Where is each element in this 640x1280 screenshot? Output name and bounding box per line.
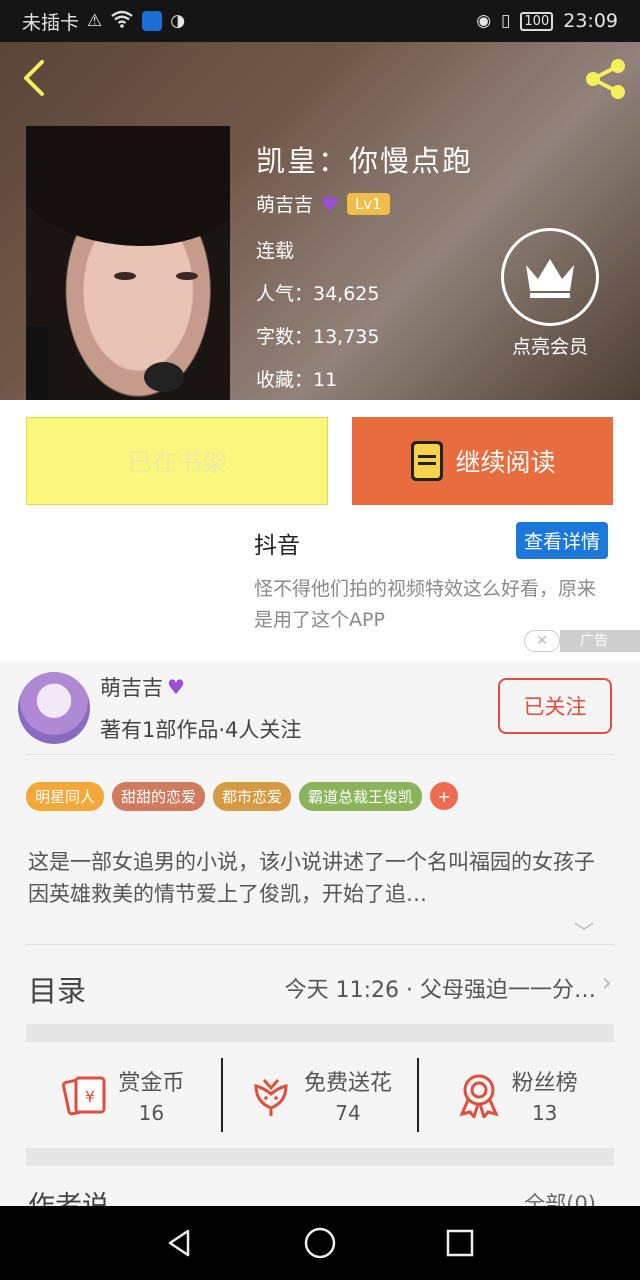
tag-list: 明星同人 甜甜的恋爱 都市恋爱 霸道总裁王俊凯 +	[26, 782, 459, 811]
medal-icon	[459, 1074, 499, 1118]
crown-icon	[501, 228, 599, 326]
following-button[interactable]: 已关注	[498, 678, 612, 734]
eye-icon: ◉	[476, 11, 492, 31]
back-button[interactable]	[16, 58, 56, 98]
square-recents-icon	[446, 1229, 474, 1257]
ad-details-button[interactable]: 查看详情	[515, 522, 608, 559]
stat-value: 16	[138, 1101, 165, 1125]
sync-icon: ◑	[170, 11, 186, 31]
table-of-contents-row[interactable]: 目录 今天 11:26 · 父母强迫一一分… ›	[0, 962, 640, 1016]
more-tags-button[interactable]: +	[430, 782, 459, 810]
continue-reading-label: 继续阅读	[455, 448, 556, 477]
book-header: 凯皇：你慢点跑 萌吉吉 ♥ Lv1 连载 人气：34,625 字数：13,735…	[0, 42, 640, 400]
serial-status: 连载	[256, 240, 295, 262]
battery-indicator: 100	[520, 11, 554, 31]
author-name-row[interactable]: 萌吉吉 ♥	[100, 672, 185, 702]
clock: 23:09	[563, 10, 618, 32]
system-nav-bar	[0, 1206, 640, 1280]
toc-title: 目录	[28, 974, 87, 1008]
nav-back-button[interactable]	[160, 1223, 200, 1263]
book-title: 凯皇：你慢点跑	[256, 144, 474, 178]
popularity: 人气：34,625	[256, 283, 380, 305]
circle-home-icon	[304, 1227, 336, 1259]
author-name: 萌吉吉	[100, 676, 163, 700]
book-author-row[interactable]: 萌吉吉 ♥ Lv1	[256, 190, 390, 217]
book-cover-image[interactable]	[26, 126, 230, 400]
tag[interactable]: 明星同人	[26, 782, 105, 811]
section-separator	[26, 1024, 614, 1042]
triangle-back-icon	[168, 1229, 190, 1257]
tag[interactable]: 都市恋爱	[213, 782, 292, 811]
interaction-stats: ¥ 赏金币 16 免费送花 74 粉丝榜 13	[26, 1058, 614, 1132]
ad-banner[interactable]: 抖音 查看详情 怪不得他们拍的视频特效这么好看，原来是用了这个APP ✕ 广告	[0, 520, 640, 662]
stat-label: 赏金币	[118, 1071, 185, 1096]
book-author-name: 萌吉吉	[256, 194, 314, 216]
book-description[interactable]: 这是一部女追男的小说，该小说讲述了一个名叫福园的女孩子因英雄救美的情节爱上了俊凯…	[28, 846, 608, 910]
shield-icon	[142, 11, 163, 31]
ad-close-button[interactable]: ✕	[524, 630, 560, 652]
divider	[26, 944, 614, 945]
carrier-label: 未插卡	[22, 11, 80, 34]
author-section: 萌吉吉 ♥ 著有1部作品·4人关注 已关注	[0, 662, 640, 754]
vip-button[interactable]: 点亮会员	[500, 228, 600, 359]
tag[interactable]: 甜甜的恋爱	[112, 782, 206, 811]
action-bar: 已在书架 继续阅读	[0, 400, 640, 520]
vip-label: 点亮会员	[511, 336, 588, 358]
level-badge: Lv1	[346, 192, 390, 215]
ad-label: 广告	[560, 630, 640, 652]
word-count: 字数：13,735	[256, 326, 380, 348]
reward-coins-button[interactable]: ¥ 赏金币 16	[26, 1058, 221, 1132]
red-envelope-icon: ¥	[62, 1076, 106, 1116]
back-arrow-icon	[24, 60, 44, 96]
ad-description: 怪不得他们拍的视频特效这么好看，原来是用了这个APP	[254, 578, 597, 631]
vibrate-icon: ▯	[501, 11, 511, 31]
in-bookshelf-button[interactable]: 已在书架	[26, 417, 328, 505]
sim-alert-icon: ⚠	[87, 11, 103, 31]
share-icon	[586, 59, 625, 99]
wifi-icon	[110, 10, 134, 33]
stat-value: 74	[335, 1101, 361, 1125]
continue-reading-button[interactable]: 继续阅读	[352, 417, 613, 505]
divider	[26, 754, 614, 755]
chevron-right-icon: ›	[601, 968, 612, 998]
chevron-down-icon[interactable]: ﹀	[574, 916, 594, 945]
section-separator	[26, 1148, 614, 1166]
tag[interactable]: 霸道总裁王俊凯	[299, 782, 423, 811]
book-icon	[411, 441, 444, 481]
status-bar: 未插卡 ⚠ ◑ ◉ ▯ 100 23:09	[0, 0, 640, 42]
author-avatar[interactable]	[18, 672, 90, 744]
send-flower-button[interactable]: 免费送花 74	[220, 1058, 418, 1132]
author-stats: 著有1部作品·4人关注	[100, 718, 302, 742]
svg-text:¥: ¥	[85, 1087, 95, 1106]
ad-title: 抖音	[254, 533, 300, 559]
nav-home-button[interactable]	[300, 1223, 340, 1263]
flower-icon	[254, 1079, 288, 1116]
nav-recents-button[interactable]	[440, 1223, 480, 1263]
share-button[interactable]	[582, 56, 628, 102]
stat-label: 粉丝榜	[511, 1071, 578, 1096]
fan-ranking-button[interactable]: 粉丝榜 13	[417, 1058, 614, 1132]
heart-icon: ♥	[321, 191, 339, 216]
heart-icon: ♥	[167, 675, 185, 699]
favorites-count: 收藏：11	[256, 369, 338, 391]
latest-chapter: 今天 11:26 · 父母强迫一一分…	[284, 978, 596, 1003]
stat-value: 13	[531, 1101, 558, 1125]
stat-label: 免费送花	[304, 1071, 393, 1096]
